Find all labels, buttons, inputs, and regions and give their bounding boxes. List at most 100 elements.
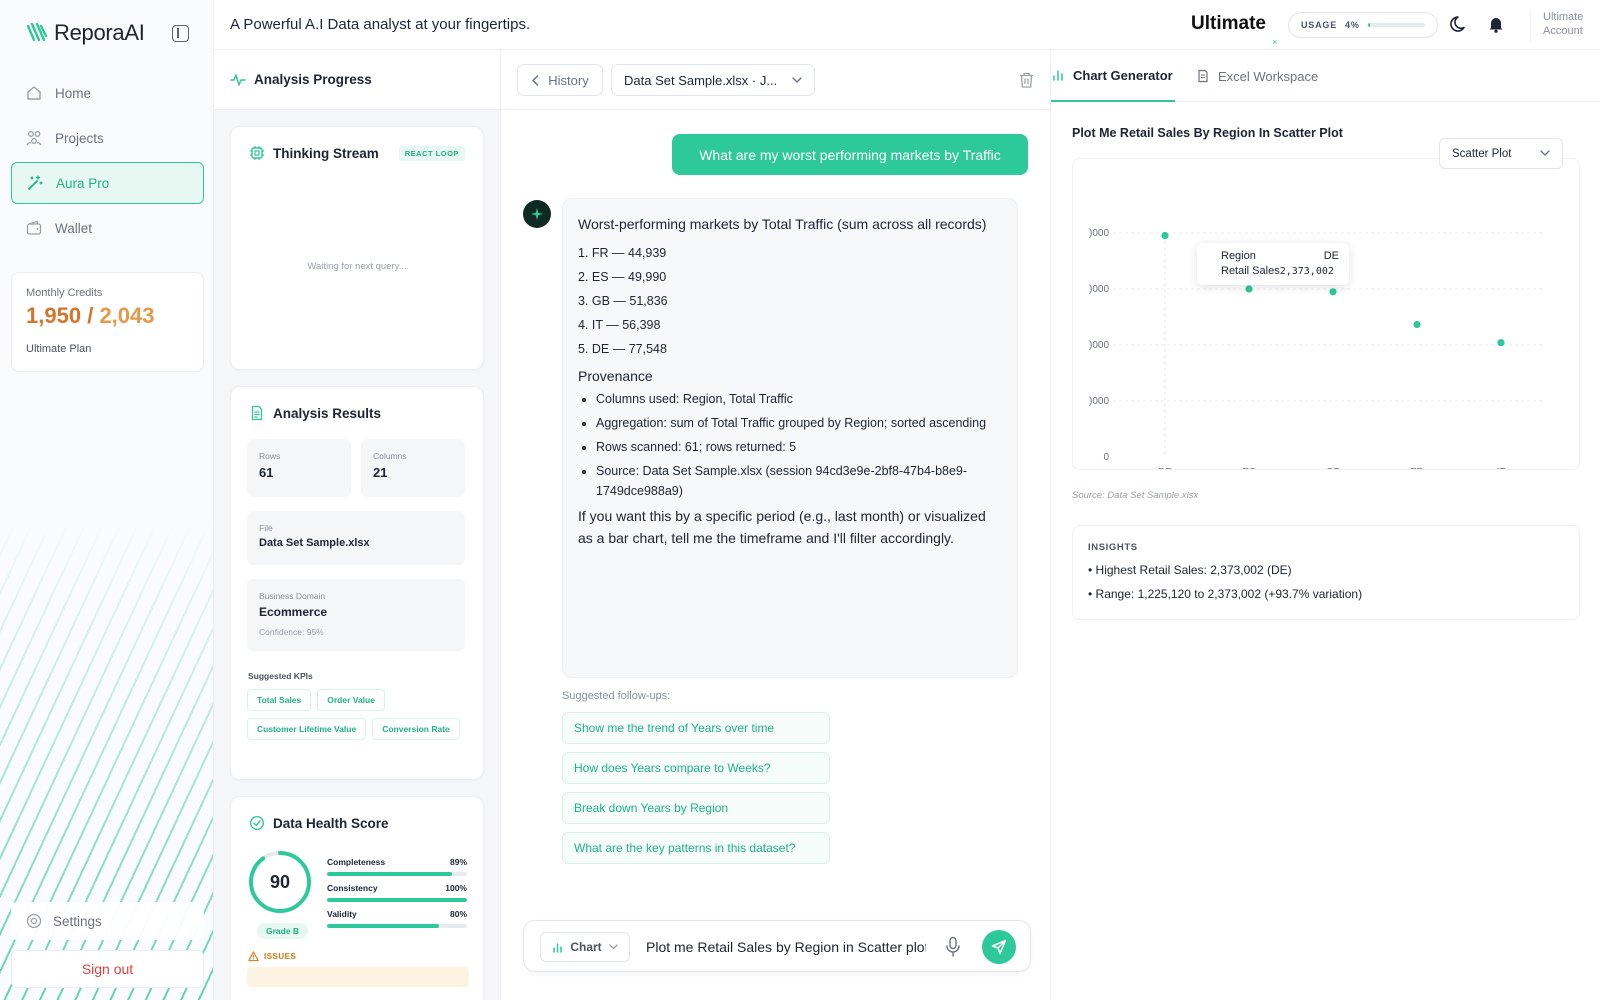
sidebar-collapse-icon[interactable] (172, 25, 189, 42)
metric-consistency: Consistency 100% (327, 883, 467, 902)
suggested-kpis: Total Sales Order Value Customer Lifetim… (247, 689, 471, 740)
suggestion-chip[interactable]: Show me the trend of Years over time (562, 712, 830, 744)
sidebar: ReporaAI Home Projects Aura Pro Wallet M… (0, 0, 214, 1000)
suggestion-chip[interactable]: How does Years compare to Weeks? (562, 752, 830, 784)
microphone-icon[interactable] (944, 936, 962, 958)
history-button[interactable]: History (517, 64, 603, 96)
columns-label: Columns (373, 451, 407, 461)
kpi-tag[interactable]: Conversion Rate (372, 718, 460, 740)
sign-out-button[interactable]: Sign out (11, 950, 204, 988)
y-tick-label: )000 (1089, 228, 1109, 239)
ranking-item: 2. ES — 49,990 (578, 270, 667, 284)
sidebar-item-aura-pro[interactable]: Aura Pro (11, 162, 204, 204)
suggestion-chip[interactable]: Break down Years by Region (562, 792, 830, 824)
chevron-down-icon (792, 76, 802, 83)
metric-bar-fill (327, 872, 452, 876)
sidebar-item-home[interactable]: Home (11, 72, 204, 114)
suggestion-chip[interactable]: What are the key patterns in this datase… (562, 832, 830, 864)
metric-validity: Validity 80% (327, 909, 467, 928)
sidebar-nav: Home Projects Aura Pro Wallet (11, 72, 204, 252)
sidebar-item-label: Aura Pro (56, 175, 110, 191)
document-icon (1198, 69, 1208, 83)
metric-bar (327, 872, 467, 876)
credits-total: 2,043 (99, 303, 155, 328)
file-selector[interactable]: Data Set Sample.xlsx · J... (611, 64, 815, 96)
file-value: Data Set Sample.xlsx (259, 537, 370, 549)
warning-icon (248, 951, 259, 962)
kpi-tag[interactable]: Order Value (317, 689, 385, 711)
insights-title: INSIGHTS (1088, 542, 1138, 553)
metric-value: 89% (449, 857, 467, 867)
x-tick-label: IT (1497, 467, 1506, 470)
kpi-tag[interactable]: Total Sales (247, 689, 312, 711)
scatter-point[interactable] (1329, 288, 1337, 296)
moon-icon[interactable] (1450, 14, 1470, 34)
tooltip-key: Region (1221, 250, 1256, 262)
home-icon (27, 86, 41, 100)
message-composer: Chart (523, 920, 1031, 972)
top-bar: A Powerful A.I Data analyst at your fing… (214, 0, 1600, 50)
trash-icon[interactable] (1019, 72, 1034, 88)
scatter-point[interactable] (1245, 285, 1253, 293)
scatter-point[interactable] (1413, 320, 1421, 329)
gear-icon (26, 913, 42, 929)
usage-fill (1367, 23, 1370, 27)
thinking-stream-label: Thinking Stream (273, 145, 379, 161)
rows-value: 61 (259, 465, 274, 480)
ranking-item: 3. GB — 51,836 (578, 294, 668, 308)
columns-value: 21 (373, 465, 388, 480)
chevron-down-icon (1540, 150, 1550, 156)
tab-chart-generator[interactable]: Chart Generator (1051, 50, 1175, 102)
metric-bar-fill (327, 898, 467, 902)
metric-bar (327, 924, 467, 928)
document-icon (251, 405, 263, 421)
chart-source: Source: Data Set Sample.xlsx (1072, 490, 1199, 501)
scatter-point[interactable] (1497, 339, 1505, 347)
business-domain-stat: Business Domain Ecommerce Confidence: 95… (247, 579, 465, 651)
settings-label: Settings (53, 913, 102, 929)
chart-type-select[interactable]: Scatter Plot (1439, 138, 1563, 169)
scatter-chart: 0)000)000)000)000 DE ES GB FR IT (1089, 228, 1543, 470)
data-health-title: Data Health Score (249, 815, 465, 831)
rows-stat: Rows 61 (247, 439, 351, 497)
bell-icon[interactable] (1486, 14, 1506, 34)
chart-tooltip: Region DE Retail Sales 2,373,002 (1197, 243, 1349, 285)
plan-dismiss-icon[interactable]: × (1272, 37, 1277, 47)
send-button[interactable] (982, 930, 1016, 964)
projects-icon (26, 131, 42, 146)
sidebar-item-label: Home (55, 85, 92, 101)
tab-label: Chart Generator (1073, 67, 1173, 83)
credits-plan: Ultimate Plan (26, 343, 92, 355)
credits-separator: / (87, 303, 94, 328)
plan-name: Ultimate (1191, 13, 1266, 34)
sidebar-item-label: Wallet (55, 220, 93, 236)
scatter-point[interactable] (1161, 231, 1169, 240)
credits-label: Monthly Credits (26, 287, 103, 299)
mode-selector[interactable]: Chart (540, 932, 630, 962)
settings-button[interactable]: Settings (11, 902, 204, 940)
logo-icon (26, 22, 48, 42)
y-tick-label: )000 (1089, 340, 1109, 351)
analysis-results-label: Analysis Results (273, 405, 382, 421)
message-input[interactable] (646, 933, 926, 961)
thinking-stream-title: Thinking Stream REACT LOOP (249, 145, 465, 161)
sidebar-item-projects[interactable]: Projects (11, 117, 204, 159)
mode-label: Chart (570, 940, 602, 954)
analysis-panel: Analysis Progress Thinking Stream REACT … (214, 50, 501, 1000)
logo[interactable]: ReporaAI (26, 20, 145, 46)
y-tick-label: )000 (1089, 284, 1109, 295)
tab-excel-workspace[interactable]: Excel Workspace (1196, 50, 1318, 102)
rows-label: Rows (259, 451, 281, 461)
sidebar-item-wallet[interactable]: Wallet (11, 207, 204, 249)
tooltip-value: 2,373,002 (1279, 266, 1334, 277)
tagline: A Powerful A.I Data analyst at your fing… (230, 16, 531, 33)
bar-chart-icon (553, 942, 563, 953)
metric-bar (327, 898, 467, 902)
kpi-tag[interactable]: Customer Lifetime Value (247, 718, 367, 740)
account-menu[interactable]: Ultimate Account (1530, 10, 1586, 42)
magic-wand-icon (28, 175, 43, 190)
send-icon (991, 939, 1007, 955)
metric-bar-fill (327, 924, 439, 928)
sidebar-item-label: Projects (55, 130, 104, 146)
thinking-placeholder: Waiting for next query... (307, 261, 407, 272)
